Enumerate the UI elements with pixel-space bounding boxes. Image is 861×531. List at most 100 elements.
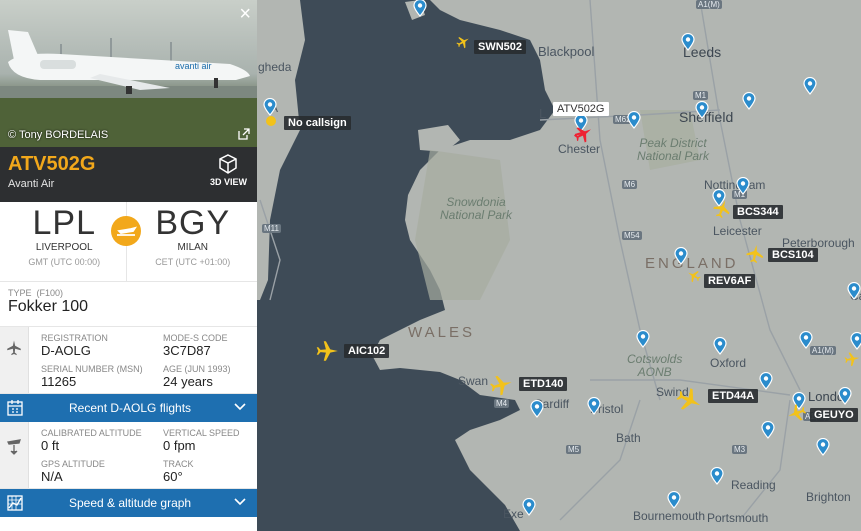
3d-view-button[interactable]: 3D VIEW (210, 153, 247, 187)
flight-header: ATV502G Avanti Air 3D VIEW (0, 147, 257, 202)
callsign-selected[interactable]: ATV502G (553, 102, 609, 116)
nocallsign-marker[interactable] (266, 116, 276, 126)
airport-pin-icon[interactable] (803, 76, 817, 95)
route-section: LPL LIVERPOOL GMT (UTC 00:00) BGY MILAN … (0, 202, 257, 282)
airport-pin-icon[interactable] (522, 497, 536, 516)
place-brighton: Brighton (806, 490, 851, 504)
callsign-geuyo[interactable]: GEUYO (810, 408, 858, 422)
plane-geuyo-icon[interactable] (786, 402, 808, 424)
vspeed-label: VERTICAL SPEED (163, 428, 240, 438)
park-peak-label: Peak District National Park (637, 136, 710, 163)
destination[interactable]: BGY MILAN CET (UTC +01:00) (129, 202, 258, 281)
track-value: 60° (163, 469, 183, 484)
recent-flights-button[interactable]: Recent D-AOLG flights (0, 394, 257, 422)
airport-pin-icon[interactable] (530, 399, 544, 418)
airport-pin-icon[interactable] (713, 336, 727, 355)
chevron-down-icon (234, 403, 246, 411)
plane-etd140-icon[interactable] (488, 372, 514, 398)
callsign-rev6af[interactable]: REV6AF (704, 274, 756, 288)
age-label: AGE (163, 364, 183, 374)
photo-credit[interactable]: © Tony BORDELAIS (8, 129, 108, 141)
close-icon[interactable]: × (239, 4, 251, 24)
airport-pin-icon[interactable] (413, 0, 427, 17)
recent-flights-label: Recent D-AOLG flights (69, 401, 192, 415)
airport-pin-icon[interactable] (847, 281, 861, 300)
plane-etd44a-icon[interactable] (674, 385, 704, 415)
road-a1m-south: A1(M) (810, 346, 836, 355)
airport-pin-icon[interactable] (587, 396, 601, 415)
callsign-bcs104[interactable]: BCS104 (768, 248, 818, 262)
airport-pin-icon[interactable] (695, 100, 709, 119)
type-label: TYPE (8, 288, 32, 298)
airport-pin-icon[interactable] (636, 329, 650, 348)
airport-pin-icon[interactable] (838, 386, 852, 405)
plane-swn502-icon[interactable] (455, 34, 471, 50)
callsign-bcs344[interactable]: BCS344 (733, 205, 783, 219)
age-value: 24 years (163, 374, 213, 389)
road-m3: M3 (732, 445, 748, 454)
registration-value: D-AOLG (41, 343, 91, 358)
serial-label: SERIAL NUMBER (MSN) (41, 364, 143, 374)
airport-pin-icon[interactable] (736, 176, 750, 195)
callsign-etd140[interactable]: ETD140 (519, 377, 568, 391)
cal-alt-label: CALIBRATED ALTITUDE (41, 428, 142, 438)
place-wales: WALES (408, 324, 475, 341)
cal-alt-value: 0 ft (41, 438, 60, 453)
graph-icon (6, 495, 23, 511)
gps-alt-label: GPS ALTITUDE (41, 459, 105, 469)
airport-pin-icon[interactable] (674, 246, 688, 265)
plane-edge-icon[interactable] (843, 350, 861, 368)
external-link-icon[interactable] (237, 127, 251, 141)
airport-pin-icon[interactable] (759, 371, 773, 390)
airplane-icon (7, 340, 21, 356)
altitude-side (0, 422, 29, 488)
callsign-aic102[interactable]: AIC102 (344, 344, 390, 358)
plane-bcs104-icon[interactable] (744, 243, 766, 265)
plane-selected-icon[interactable] (572, 123, 594, 145)
aircraft-details: REGISTRATION D-AOLG MODE-S CODE 3C7D87 SER… (0, 327, 257, 394)
road-m4: M4 (494, 399, 510, 408)
park-snowdonia-label: Snowdonia National Park (440, 195, 513, 222)
airport-pin-icon[interactable] (850, 331, 861, 350)
airport-pin-icon[interactable] (742, 91, 756, 110)
type-name: Fokker 100 (8, 298, 89, 315)
track-label: TRACK (163, 459, 194, 469)
callsign-swn502[interactable]: SWN502 (474, 40, 527, 54)
plane-bcs344-icon[interactable] (711, 198, 733, 220)
departing-plane-icon (111, 216, 141, 246)
calendar-icon (6, 400, 23, 416)
gps-alt-value: N/A (41, 469, 63, 484)
place-reading: Reading (731, 478, 776, 492)
airport-pin-icon[interactable] (667, 490, 681, 509)
place-bath: Bath (616, 431, 641, 445)
speed-graph-button[interactable]: Speed & altitude graph (0, 489, 257, 517)
road-m54: M54 (622, 231, 642, 240)
callsign-etd44a[interactable]: ETD44A (708, 389, 759, 403)
park-snowdonia: Snowdonia National Park (440, 196, 512, 222)
destination-tz: CET (UTC +01:00) (155, 257, 231, 267)
airport-pin-icon[interactable] (263, 97, 277, 116)
airport-pin-icon[interactable] (710, 466, 724, 485)
airport-pin-icon[interactable] (681, 32, 695, 51)
park-cotswolds-label: Cotswolds AONB (627, 352, 683, 379)
airport-pin-icon[interactable] (627, 110, 641, 129)
modes-value: 3C7D87 (163, 343, 211, 358)
flight-info-panel: avanti air × © Tony BORDELAIS ATV502G Av… (0, 0, 257, 531)
aircraft-photo[interactable]: avanti air × © Tony BORDELAIS (0, 0, 257, 147)
modes-label: MODE-S CODE (163, 333, 228, 343)
airport-pin-icon[interactable] (799, 330, 813, 349)
callsign-nocallsign[interactable]: No callsign (284, 116, 351, 130)
vspeed-value: 0 fpm (163, 438, 196, 453)
origin[interactable]: LPL LIVERPOOL GMT (UTC 00:00) (0, 202, 129, 281)
place-swansea: Swan (458, 374, 489, 388)
registration-label: REGISTRATION (41, 333, 108, 343)
chevron-down-icon (234, 498, 246, 506)
place-portsmouth: Portsmouth (707, 511, 769, 525)
airport-pin-icon[interactable] (761, 420, 775, 439)
aircraft-side (0, 327, 29, 393)
plane-aic102-icon[interactable] (314, 338, 340, 364)
airport-pin-icon[interactable] (816, 437, 830, 456)
speed-graph-label: Speed & altitude graph (69, 496, 192, 510)
road-m11: M11 (262, 224, 281, 233)
plane-rev6af-icon[interactable] (686, 268, 702, 284)
